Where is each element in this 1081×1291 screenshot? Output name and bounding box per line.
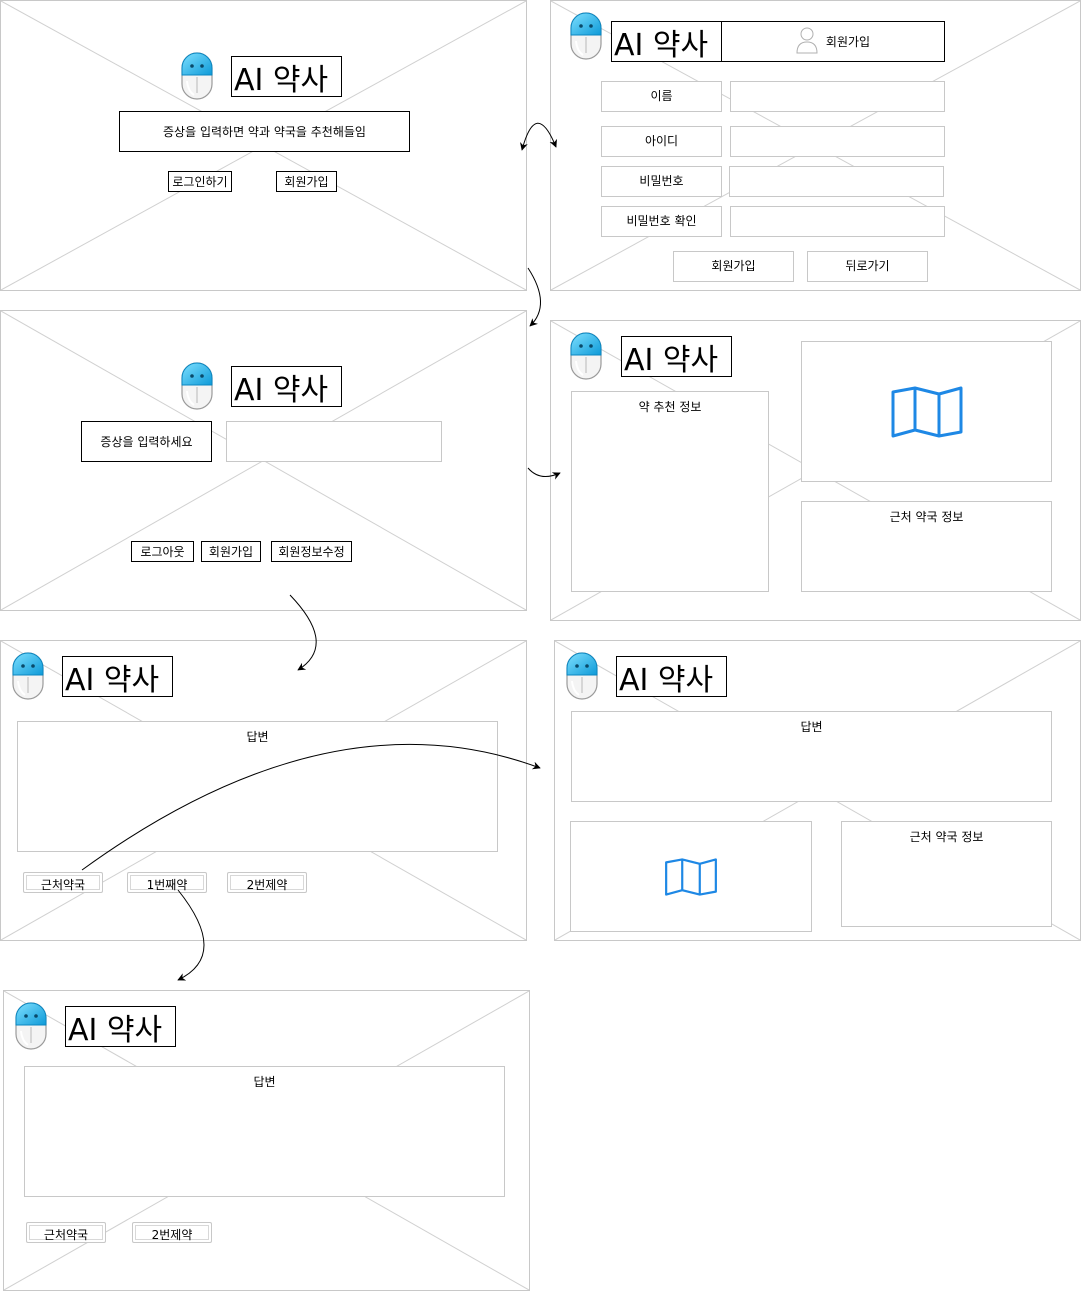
- map-icon: [660, 857, 722, 896]
- back-button[interactable]: 뒤로가기: [807, 251, 928, 282]
- signup-header: 회원가입: [721, 21, 945, 62]
- pill-robot-icon: [14, 1001, 48, 1051]
- password-label: 비밀번호: [601, 166, 722, 197]
- app-title: AI 약사: [611, 21, 722, 63]
- nearby-pharmacy-button[interactable]: 근처약국: [26, 1222, 106, 1243]
- symptom-label: 증상을 입력하세요: [81, 421, 212, 462]
- arrow-home-to-main: [527, 267, 541, 327]
- edit-profile-button[interactable]: 회원정보수정: [271, 541, 352, 562]
- app-title: AI 약사: [621, 336, 732, 378]
- map-panel[interactable]: [801, 341, 1052, 482]
- user-icon: [796, 26, 818, 57]
- answer-panel: 답변: [17, 721, 498, 852]
- pill-robot-icon: [180, 361, 214, 411]
- screen-results: AI 약사 약 추천 정보 근처 약국 정보: [550, 320, 1081, 621]
- pharmacy-info-panel: 근처 약국 정보: [801, 501, 1052, 592]
- screen-main: AI 약사 증상을 입력하세요 로그아웃 회원가입 회원정보수정: [0, 310, 527, 611]
- drug2-button[interactable]: 2번제약: [227, 872, 307, 893]
- password-confirm-label: 비밀번호 확인: [601, 206, 722, 237]
- pharmacy-info-panel: 근처 약국 정보: [841, 821, 1052, 927]
- tagline-box: 증상을 입력하면 약과 약국을 추천해들임: [119, 111, 410, 152]
- drug2-button[interactable]: 2번제약: [132, 1222, 212, 1243]
- app-title: AI 약사: [65, 1006, 176, 1048]
- id-label: 아이디: [601, 126, 722, 157]
- screen-home: AI 약사 증상을 입력하면 약과 약국을 추천해들임 로그인하기 회원가입: [0, 0, 527, 291]
- app-title: AI 약사: [616, 656, 727, 698]
- pill-robot-icon: [569, 11, 603, 61]
- app-title: AI 약사: [231, 366, 342, 408]
- symptom-input[interactable]: [226, 421, 442, 462]
- password-confirm-input[interactable]: [730, 206, 945, 237]
- app-title: AI 약사: [231, 56, 342, 98]
- signup-header-label: 회원가입: [825, 35, 871, 49]
- id-input[interactable]: [730, 126, 945, 157]
- pill-robot-icon: [11, 651, 45, 701]
- logout-button[interactable]: 로그아웃: [131, 541, 194, 562]
- answer-panel: 답변: [571, 711, 1052, 802]
- pill-robot-icon: [565, 651, 599, 701]
- nearby-pharmacy-button[interactable]: 근처약국: [23, 872, 103, 893]
- screen-signup: AI 약사 회원가입 이름 아이디 비밀번호 비밀번호 확인 회원가입 뒤로가기: [550, 0, 1081, 291]
- screen-drug1: AI 약사 답변 근처약국 2번제약: [3, 990, 530, 1291]
- screen-nearby: AI 약사 답변 근처 약국 정보: [554, 640, 1081, 941]
- drug1-button[interactable]: 1번째약: [127, 872, 207, 893]
- drug-info-panel: 약 추천 정보: [571, 391, 769, 592]
- pill-robot-icon: [569, 331, 603, 381]
- signup-button[interactable]: 회원가입: [201, 541, 261, 562]
- pill-robot-icon: [180, 51, 214, 101]
- signup-submit-button[interactable]: 회원가입: [673, 251, 794, 282]
- screen-answer: AI 약사 답변 근처약국 1번째약 2번제약: [0, 640, 527, 941]
- login-button[interactable]: 로그인하기: [168, 171, 232, 192]
- password-input[interactable]: [729, 166, 944, 197]
- name-label: 이름: [601, 81, 722, 112]
- map-panel[interactable]: [570, 821, 812, 932]
- app-title: AI 약사: [62, 656, 173, 698]
- signup-button[interactable]: 회원가입: [276, 171, 337, 192]
- answer-panel: 답변: [24, 1066, 505, 1197]
- map-icon: [891, 386, 963, 438]
- name-input[interactable]: [730, 81, 945, 112]
